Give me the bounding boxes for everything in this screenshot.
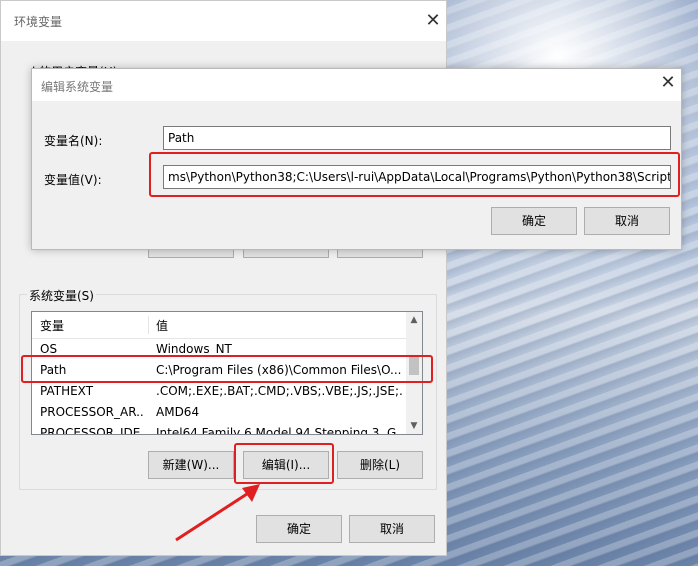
edit-cancel-button[interactable]: 取消 <box>584 207 670 235</box>
scroll-up-icon[interactable]: ▲ <box>406 312 422 328</box>
pointer-arrow-icon <box>175 484 260 542</box>
variable-name: PROCESSOR_IDE... <box>40 426 144 435</box>
path-row-highlight <box>21 355 433 383</box>
variable-value: Windows_NT <box>156 342 232 356</box>
table-row[interactable]: PROCESSOR_IDE... Intel64 Family 6 Model … <box>32 423 406 435</box>
edit-dialog-title: 编辑系统变量 <box>41 80 114 94</box>
list-header: 变量 值 <box>32 312 406 339</box>
variable-name-label: 变量名(N): <box>44 134 103 148</box>
variable-value: Intel64 Family 6 Model 94 Stepping 3, G.… <box>156 426 404 435</box>
new-button[interactable]: 新建(W)... <box>148 451 234 479</box>
close-icon[interactable]: ✕ <box>421 10 445 34</box>
table-row[interactable]: PROCESSOR_AR... AMD64 <box>32 402 406 423</box>
column-separator[interactable] <box>148 316 149 334</box>
column-header-value[interactable]: 值 <box>156 317 168 334</box>
cancel-button[interactable]: 取消 <box>349 515 435 543</box>
variable-name-field[interactable]: Path <box>163 126 671 150</box>
table-row[interactable]: PATHEXT .COM;.EXE;.BAT;.CMD;.VBS;.VBE;.J… <box>32 381 406 402</box>
title-bar: 环境变量 ✕ <box>1 1 446 41</box>
delete-button[interactable]: 删除(L) <box>337 451 423 479</box>
variable-value: AMD64 <box>156 405 200 419</box>
variable-value-label: 变量值(V): <box>44 173 102 187</box>
dialog-title: 环境变量 <box>14 15 63 29</box>
column-header-name[interactable]: 变量 <box>40 317 64 334</box>
close-icon[interactable]: ✕ <box>656 72 680 96</box>
variable-name: PATHEXT <box>40 384 94 398</box>
edit-title-bar: 编辑系统变量 ✕ <box>32 69 681 101</box>
variable-name: OS <box>40 342 58 356</box>
system-variables-label: 系统变量(S) <box>27 287 96 304</box>
variable-name: PROCESSOR_AR... <box>40 405 144 419</box>
value-field-highlight <box>149 152 680 197</box>
scroll-down-icon[interactable]: ▼ <box>406 418 422 434</box>
edit-ok-button[interactable]: 确定 <box>491 207 577 235</box>
variable-value: .COM;.EXE;.BAT;.CMD;.VBS;.VBE;.JS;.JSE;.… <box>156 384 404 398</box>
